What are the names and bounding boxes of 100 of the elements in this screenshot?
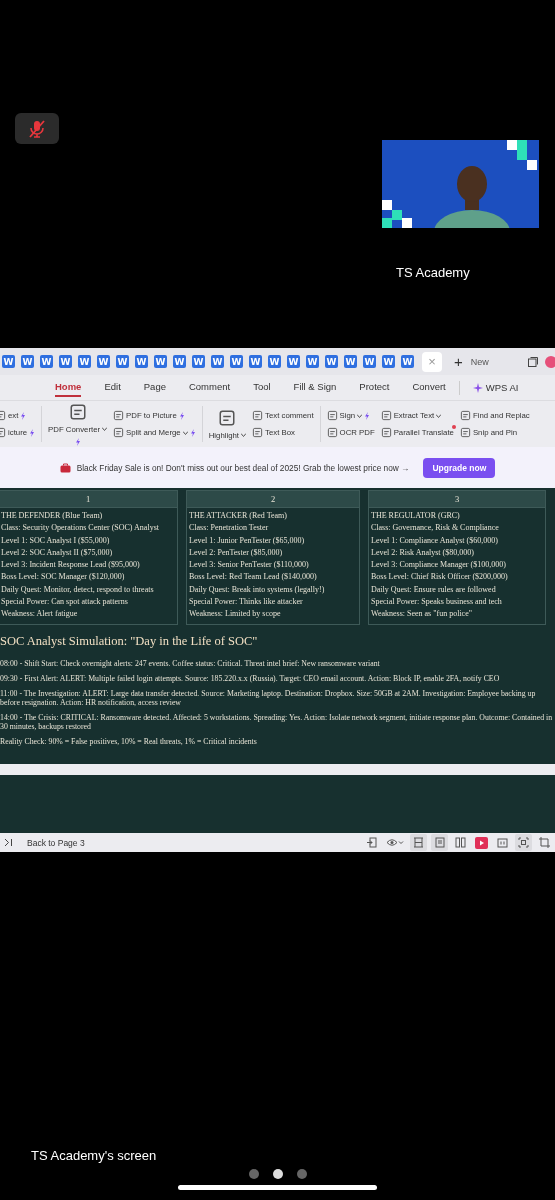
sparkle-icon <box>472 382 483 393</box>
cell-text: Daily Quest: Ensure rules are followed <box>371 583 497 596</box>
cell-text: Class: Governance, Risk & Compliance <box>371 522 500 535</box>
document-tab[interactable]: W <box>2 355 15 368</box>
menu-tab[interactable]: Fill & Sign <box>293 378 337 397</box>
fit-width-icon <box>413 837 424 848</box>
document-tab[interactable]: W <box>306 355 319 368</box>
caret-icon <box>241 433 247 437</box>
menu-tab[interactable]: Edit <box>104 378 121 397</box>
menu-tab[interactable]: Tool <box>253 378 271 397</box>
document-icon <box>218 408 237 427</box>
view-button[interactable] <box>452 834 469 851</box>
document-tab[interactable]: W <box>325 355 338 368</box>
cell-text: Boss Level: Chief Risk Officer ($200,000) <box>371 571 509 584</box>
cell-text: Level 1: Compliance Analyst ($60,000) <box>371 534 499 547</box>
cell-text: Level 1: SOC Analyst I ($55,000) <box>1 534 111 547</box>
document-tab[interactable]: W <box>40 355 53 368</box>
document-icon <box>380 427 392 438</box>
document-icon <box>252 410 264 421</box>
ai-menu-button[interactable]: WPS AI <box>472 382 519 393</box>
document-tab[interactable]: W <box>59 355 72 368</box>
caret-icon <box>102 427 108 431</box>
menu-tab[interactable]: Protect <box>359 378 390 397</box>
cell-text: Special Power: Can spot attack patterns <box>1 596 129 609</box>
cell-text: Boss Level: SOC Manager ($120,000) <box>1 571 126 584</box>
document-icon <box>113 427 125 438</box>
menu-tab[interactable]: Page <box>143 378 166 397</box>
exit-icon <box>366 837 377 848</box>
avatar[interactable] <box>545 355 555 368</box>
caret-icon <box>436 413 442 418</box>
participant-name: TS Academy <box>396 265 470 280</box>
document-icon <box>252 427 264 438</box>
cell-text: THE REGULATOR (GRC) <box>371 510 461 522</box>
cell-text: Weakness: Limited by scope <box>189 608 282 621</box>
document-tab[interactable]: W <box>173 355 186 368</box>
upgrade-button[interactable]: Upgrade now <box>423 457 496 478</box>
cell-text: Class: Penetration Tester <box>189 522 270 535</box>
cell-text: Level 1: Junior PenTester ($65,000) <box>189 534 306 547</box>
collapse-icon[interactable] <box>4 838 13 847</box>
caret-icon <box>182 430 188 435</box>
cell-text: Level 2: SOC Analyst II ($75,000) <box>1 546 114 559</box>
document-tab[interactable]: W <box>287 355 300 368</box>
single-page-icon <box>434 837 445 848</box>
fit-page-icon <box>518 837 529 848</box>
view-button[interactable] <box>473 834 490 851</box>
document-tab[interactable]: W <box>268 355 281 368</box>
caret-icon <box>357 413 363 418</box>
cell-text: THE DEFENDER (Blue Team) <box>1 510 104 522</box>
document-tab[interactable]: W <box>78 355 91 368</box>
two-pages-icon <box>455 837 466 848</box>
document-tab[interactable]: W <box>382 355 395 368</box>
menu-tab[interactable]: Home <box>55 378 82 397</box>
crop-icon <box>539 837 550 848</box>
view-button[interactable] <box>410 834 427 851</box>
notification-dot <box>451 425 456 429</box>
screen-share-caption: TS Academy's screen <box>31 1148 157 1163</box>
back-link[interactable]: Back to Page 3 <box>27 837 85 848</box>
new-tab-button[interactable]: + New <box>448 353 489 370</box>
document-tab[interactable]: W <box>192 355 205 368</box>
actual-size-icon <box>497 837 508 848</box>
document-tab[interactable]: W <box>135 355 148 368</box>
document-tab[interactable]: W <box>116 355 129 368</box>
cell-text: Boss Level: Red Team Lead ($140,000) <box>189 571 318 584</box>
document-icon <box>459 410 471 421</box>
cell-text: Daily Quest: Monitor, detect, respond to threats <box>1 583 155 596</box>
cell-text: THE ATTACKER (Red Team) <box>189 510 288 522</box>
document-icon <box>68 402 87 421</box>
page-dot[interactable] <box>273 1169 283 1179</box>
document-tab[interactable]: W <box>211 355 224 368</box>
view-button[interactable] <box>536 834 553 851</box>
document-tab[interactable]: W <box>344 355 357 368</box>
menu-tab[interactable]: Comment <box>188 378 231 397</box>
document-tab[interactable]: W <box>154 355 167 368</box>
banner-text: Black Friday Sale is on! Don't miss out our best deal of 2025! Grab the lowest price now → <box>76 462 410 473</box>
document-tab[interactable]: W <box>21 355 34 368</box>
eye-icon <box>386 838 404 847</box>
section-heading: SOC Analyst Simulation: "Day in the Life of SOC" <box>0 633 259 649</box>
bag-icon <box>59 462 71 473</box>
cell-text: Weakness: Alert fatigue <box>1 608 79 621</box>
restore-window-icon[interactable] <box>527 355 539 368</box>
sparkle-icon <box>74 437 81 446</box>
document-tab[interactable]: W <box>230 355 243 368</box>
close-tab-button[interactable]: × <box>422 351 442 372</box>
mic-muted-icon[interactable] <box>15 113 59 144</box>
document-tab[interactable]: W <box>401 355 414 368</box>
cell-text: Weakness: Seen as "fun police" <box>371 608 473 621</box>
menu-tab[interactable]: Convert <box>412 378 446 397</box>
document-icon <box>459 427 471 438</box>
document-icon <box>326 410 338 421</box>
document-icon <box>326 427 338 438</box>
cell-text: Level 3: Incident Response Lead ($95,000) <box>1 559 141 572</box>
page-dot[interactable] <box>297 1169 307 1179</box>
column-header: 2 <box>186 490 360 508</box>
page-dot[interactable] <box>249 1169 259 1179</box>
document-tab[interactable]: W <box>363 355 376 368</box>
view-button[interactable] <box>515 834 532 851</box>
document-tab[interactable]: W <box>97 355 110 368</box>
sparkle-icon <box>364 411 371 420</box>
document-tab[interactable]: W <box>249 355 262 368</box>
cell-text: Level 2: PenTester ($85,000) <box>189 546 284 559</box>
